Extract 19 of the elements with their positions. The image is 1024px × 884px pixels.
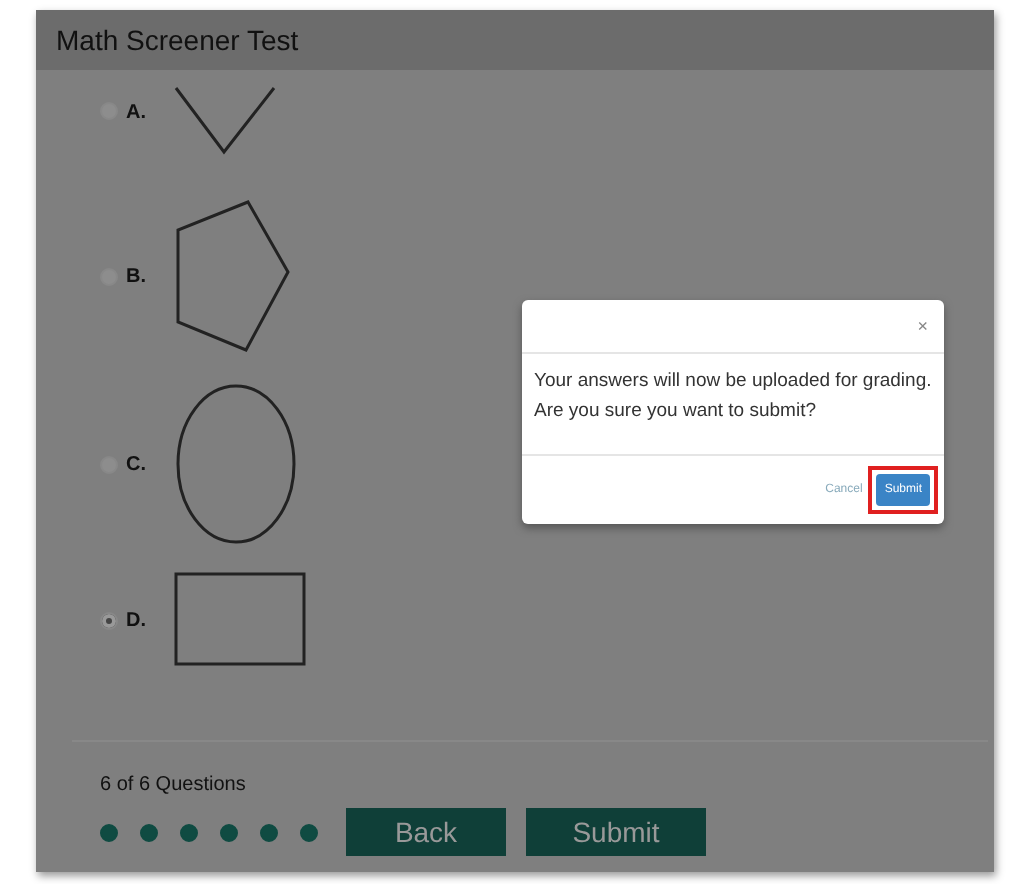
option-label: D. bbox=[126, 609, 146, 631]
progress-dot[interactable] bbox=[260, 823, 278, 841]
back-button[interactable]: Back bbox=[346, 808, 506, 856]
close-button[interactable]: × bbox=[917, 316, 928, 336]
progress-dot[interactable] bbox=[180, 823, 198, 841]
progress-dot[interactable] bbox=[220, 823, 238, 841]
dialog-message: Your answers will now be uploaded for grading. Are you sure you want to submit? bbox=[534, 368, 932, 426]
submit-button[interactable]: Submit bbox=[526, 808, 706, 856]
option-label: B. bbox=[126, 265, 146, 287]
window-title: Math Screener Test bbox=[56, 24, 299, 56]
rectangle-shape bbox=[174, 572, 306, 666]
option-label: A. bbox=[126, 102, 146, 124]
progress-text: 6 of 6 Questions bbox=[100, 774, 248, 796]
option-label: C. bbox=[126, 453, 146, 475]
radio-button[interactable] bbox=[100, 611, 118, 629]
progress-dot[interactable] bbox=[300, 823, 318, 841]
angle-shape bbox=[174, 87, 276, 155]
progress-dot[interactable] bbox=[100, 823, 118, 841]
progress-dot[interactable] bbox=[140, 823, 158, 841]
